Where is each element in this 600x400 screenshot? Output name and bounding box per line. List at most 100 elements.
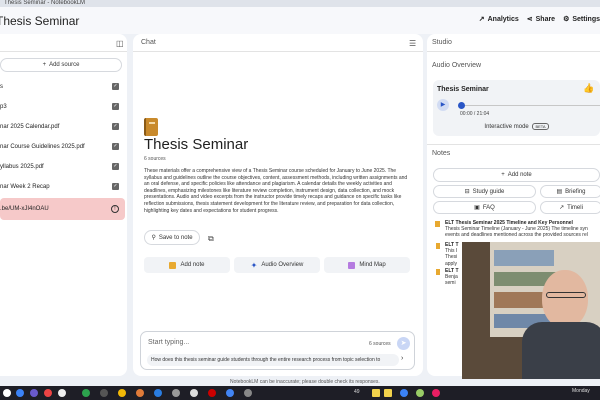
interactive-mode-label: Interactive mode	[484, 124, 529, 130]
tray-icon[interactable]	[432, 389, 440, 397]
error-icon[interactable]: !	[111, 205, 119, 213]
faq-button[interactable]: ▣ FAQ	[433, 201, 536, 214]
source-item[interactable]: p3 ✓	[0, 98, 125, 115]
chat-source-count: 6 sources	[144, 156, 166, 162]
app-icon[interactable]	[190, 389, 198, 397]
tray-icon[interactable]	[384, 389, 392, 397]
studio-add-note-button[interactable]: + Add note	[433, 168, 600, 182]
note-icon	[436, 269, 440, 275]
timeline-icon: ↗	[559, 205, 565, 211]
app-icon[interactable]	[154, 389, 162, 397]
thumbs-up-icon[interactable]: 👍	[583, 83, 594, 94]
app-icon[interactable]	[44, 389, 52, 397]
share-button[interactable]: ⋖ Share	[526, 15, 556, 24]
source-checkbox[interactable]: ✓	[112, 163, 119, 170]
source-label: nar Week 2 Recap	[0, 183, 50, 190]
select-all-checkbox[interactable]: ✓	[112, 83, 119, 90]
note-item[interactable]: ELT Thesis Seminar 2025 Timeline and Key…	[435, 220, 600, 239]
status-text: 49	[354, 389, 360, 395]
app-icon[interactable]	[82, 389, 90, 397]
app-icon[interactable]	[226, 389, 234, 397]
app-icon[interactable]	[208, 389, 216, 397]
timeline-button[interactable]: ↗ Timeli	[540, 201, 600, 214]
app-icon[interactable]	[100, 389, 108, 397]
source-checkbox[interactable]: ✓	[112, 103, 119, 110]
notebook-title[interactable]: Thesis Seminar	[0, 14, 79, 28]
select-all-row[interactable]: s ✓	[0, 78, 125, 95]
briefing-doc-button[interactable]: ▤ Briefing	[540, 185, 600, 198]
chat-notebook-title: Thesis Seminar	[144, 136, 249, 153]
app-icon[interactable]	[16, 389, 24, 397]
source-checkbox[interactable]: ✓	[112, 183, 119, 190]
book-icon: ⊟	[464, 189, 470, 195]
add-note-button[interactable]: Add note	[144, 257, 230, 273]
book	[494, 250, 554, 266]
suggested-question[interactable]: How does this thesis seminar guide stude…	[147, 354, 399, 366]
person-head	[542, 270, 588, 328]
settings-label: Settings	[572, 15, 600, 23]
audio-scrubber[interactable]	[458, 102, 465, 109]
source-item[interactable]: nar 2025 Calendar.pdf ✓	[0, 118, 125, 135]
source-item[interactable]: yllabus 2025.pdf ✓	[0, 158, 125, 175]
app-icon[interactable]	[118, 389, 126, 397]
app-icon[interactable]	[172, 389, 180, 397]
analytics-label: Analytics	[487, 15, 519, 23]
taskbar-date[interactable]: Monday	[572, 388, 590, 394]
audio-track[interactable]	[465, 105, 600, 106]
note-item[interactable]: ELT T Benja semi	[436, 268, 462, 287]
chevron-right-icon[interactable]: ›	[401, 355, 403, 362]
add-note-label: Add note	[180, 262, 205, 268]
send-icon[interactable]: ➤	[397, 337, 410, 350]
launcher-icon[interactable]	[3, 389, 11, 397]
faq-label: FAQ	[482, 204, 495, 211]
copy-icon[interactable]: ⧉	[208, 234, 214, 244]
disclaimer-text: NotebookLM can be inaccurate; please dou…	[230, 379, 380, 385]
timeline-label: Timeli	[567, 204, 583, 211]
source-item[interactable]: nar Week 2 Recap ✓	[0, 178, 125, 195]
play-icon[interactable]: ▶	[437, 99, 449, 111]
app-icon[interactable]	[58, 389, 66, 397]
app-icon[interactable]	[30, 389, 38, 397]
source-item-error[interactable]: .be/UM-xJI4nOAU !	[0, 198, 125, 220]
note-icon	[436, 243, 440, 249]
interactive-mode-button[interactable]: Interactive mode BETA	[433, 123, 600, 130]
studio-panel-title: Studio	[432, 39, 452, 46]
settings-button[interactable]: ⚙ Settings	[563, 15, 600, 24]
tune-icon[interactable]: ☰	[409, 39, 416, 48]
app-icon[interactable]	[136, 389, 144, 397]
share-icon: ⋖	[526, 16, 533, 23]
app-icon[interactable]	[244, 389, 252, 397]
notebook-summary: These materials offer a comprehensive vi…	[144, 168, 408, 214]
mind-map-button[interactable]: Mind Map	[324, 257, 410, 273]
mind-map-icon	[348, 261, 356, 269]
tray-icon[interactable]	[400, 389, 408, 397]
source-label: nar 2025 Calendar.pdf	[0, 123, 60, 130]
source-checkbox[interactable]: ✓	[112, 123, 119, 130]
source-item[interactable]: nar Course Guidelines 2025.pdf ✓	[0, 138, 125, 155]
webcam-overlay	[462, 242, 600, 379]
audio-overview-button[interactable]: ✦ Audio Overview	[234, 257, 320, 273]
sparkle-icon: ✦	[250, 260, 258, 270]
glasses	[546, 292, 586, 298]
chat-input-placeholder[interactable]: Start typing...	[148, 339, 189, 346]
add-source-button[interactable]: + Add source	[0, 58, 122, 72]
study-guide-button[interactable]: ⊟ Study guide	[433, 185, 536, 198]
panel-collapse-icon[interactable]: ◫	[116, 39, 124, 48]
share-label: Share	[535, 15, 556, 23]
note-item[interactable]: ELT T This I Thesi apply	[436, 242, 462, 267]
divider	[133, 51, 423, 52]
pin-icon: ⚲	[151, 235, 156, 241]
chat-input-box[interactable]: Start typing... 6 sources ➤ How does thi…	[140, 331, 415, 370]
save-to-note-button[interactable]: ⚲ Save to note	[144, 230, 200, 245]
analytics-button[interactable]: ↗ Analytics	[479, 15, 519, 24]
source-checkbox[interactable]: ✓	[112, 143, 119, 150]
tray-icon[interactable]	[416, 389, 424, 397]
mind-map-label: Mind Map	[359, 262, 386, 268]
study-guide-label: Study guide	[472, 188, 505, 195]
faq-icon: ▣	[474, 205, 480, 211]
chat-panel-title: Chat	[141, 39, 156, 46]
tray-icon[interactable]	[372, 389, 380, 397]
audio-overview-card: Thesis Seminar 👍 ▶ 00:00 / 21:04 Interac…	[433, 80, 600, 136]
audio-time: 00:00 / 21:04	[460, 111, 490, 117]
status-tray[interactable]: 49	[354, 389, 360, 395]
